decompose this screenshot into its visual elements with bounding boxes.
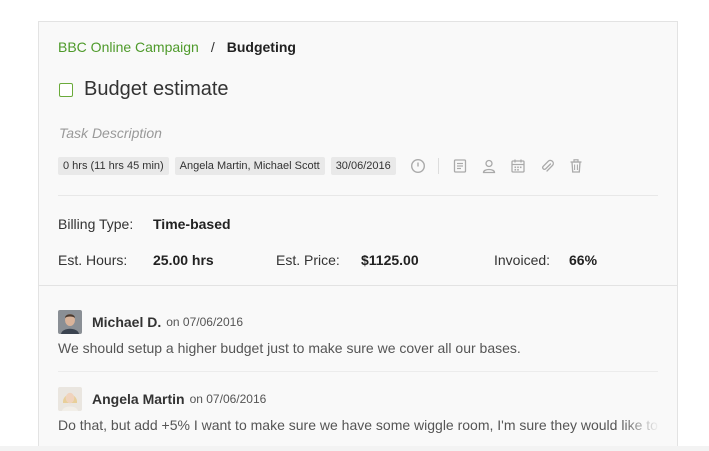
comment-item: Angela Martin on 07/06/2016 Do that, but… — [58, 387, 677, 437]
comment-text: Do that, but add +5% I want to make sure… — [58, 417, 660, 433]
billing-type-value[interactable]: Time-based — [153, 216, 231, 232]
comment-text: We should setup a higher budget just to … — [58, 340, 521, 356]
task-title[interactable]: Budget estimate — [84, 78, 229, 101]
comment-divider — [58, 371, 658, 372]
est-hours-label: Est. Hours: — [58, 252, 128, 268]
billing-type-label: Billing Type: — [58, 216, 134, 232]
assign-user-icon[interactable] — [481, 158, 497, 174]
billing-type-row: Billing Type: Time-based — [58, 216, 231, 232]
est-hours-value[interactable]: 25.00 hrs — [153, 252, 214, 268]
attachment-icon[interactable] — [539, 158, 555, 174]
section-divider — [58, 195, 658, 196]
comment-item: Michael D. on 07/06/2016 We should setup… — [58, 310, 677, 356]
task-description-field[interactable]: Task Description — [59, 125, 162, 141]
trash-icon[interactable] — [568, 158, 584, 174]
timer-icon[interactable] — [410, 158, 426, 174]
estimates-row: Est. Hours: 25.00 hrs Est. Price: $1125.… — [58, 252, 658, 270]
comments-divider — [39, 285, 677, 286]
est-price-label: Est. Price: — [276, 252, 340, 268]
toolbar-divider — [437, 158, 439, 174]
comment-date: on 07/06/2016 — [189, 392, 267, 406]
due-date-tag[interactable]: 30/06/2016 — [330, 157, 396, 175]
calendar-icon[interactable] — [510, 158, 526, 174]
breadcrumb: BBC Online Campaign / Budgeting — [58, 39, 296, 55]
breadcrumb-separator: / — [210, 39, 215, 55]
comment-date: on 07/06/2016 — [166, 315, 243, 329]
notes-icon[interactable] — [452, 158, 468, 174]
avatar[interactable] — [58, 387, 82, 411]
task-title-row: Budget estimate — [59, 78, 229, 101]
comment-author[interactable]: Michael D. — [92, 314, 161, 330]
comment-author[interactable]: Angela Martin — [92, 391, 185, 407]
assignees-tag[interactable]: Angela Martin, Michael Scott — [174, 157, 325, 175]
invoiced-value: 66% — [569, 252, 598, 268]
task-complete-checkbox[interactable] — [59, 82, 73, 97]
est-price-value[interactable]: $1125.00 — [361, 252, 419, 268]
time-tag[interactable]: 0 hrs (11 hrs 45 min) — [58, 157, 169, 175]
breadcrumb-project-link[interactable]: BBC Online Campaign — [58, 39, 199, 55]
avatar[interactable] — [58, 310, 82, 334]
breadcrumb-current: Budgeting — [226, 39, 296, 55]
bottom-scroll-area — [0, 446, 709, 451]
text-fade-overlay — [620, 417, 660, 437]
task-meta-row: 0 hrs (11 hrs 45 min) Angela Martin, Mic… — [58, 157, 584, 175]
invoiced-label: Invoiced: — [494, 252, 551, 268]
task-detail-panel: BBC Online Campaign / Budgeting Budget e… — [38, 21, 678, 451]
